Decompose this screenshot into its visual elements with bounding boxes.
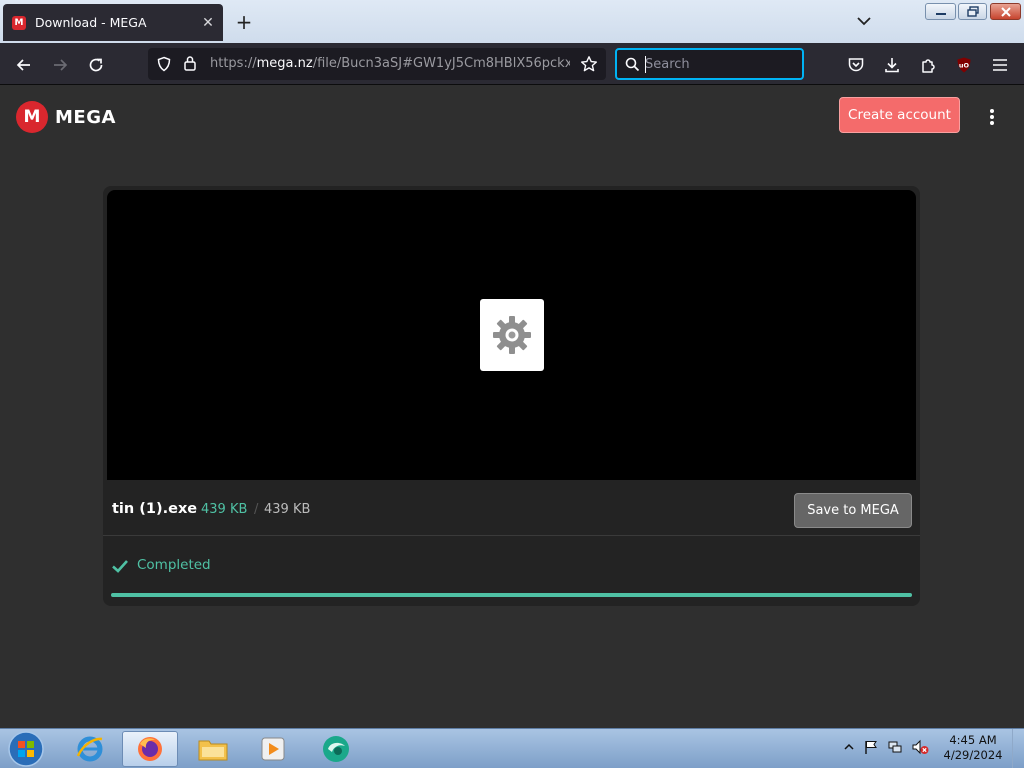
- mega-favicon-icon: M: [12, 15, 26, 30]
- app-menu-button[interactable]: [987, 52, 1013, 78]
- volume-muted-icon[interactable]: [911, 739, 929, 755]
- clock-date: 4/29/2024: [943, 748, 1003, 762]
- reload-icon: [89, 58, 103, 72]
- mega-logo-text: MEGA: [55, 106, 116, 128]
- ublock-origin-button[interactable]: uO: [951, 52, 977, 78]
- download-progress-bar: [111, 593, 912, 597]
- hamburger-menu-icon: [993, 59, 1007, 71]
- pocket-icon: [848, 58, 864, 72]
- url-text: https://mega.nz/file/Bucn3aSJ#GW1yJ5Cm8H…: [210, 56, 570, 71]
- tab-close-icon[interactable]: ✕: [197, 15, 219, 31]
- download-card: tin (1).exe 439 KB / 439 KB Save to MEGA…: [103, 186, 920, 606]
- forward-arrow-icon: [54, 59, 68, 71]
- downloads-button[interactable]: [879, 52, 905, 78]
- action-center-flag-icon[interactable]: [863, 739, 879, 755]
- taskbar-app[interactable]: [308, 731, 364, 767]
- vertical-dots-icon: [990, 109, 994, 125]
- search-input[interactable]: Search: [615, 48, 804, 80]
- taskbar-internet-explorer[interactable]: [62, 731, 118, 767]
- windows-taskbar: 4:45 AM 4/29/2024: [0, 728, 1024, 768]
- close-icon: [1000, 6, 1011, 17]
- shield-icon: [157, 56, 171, 72]
- mega-logo-icon: M: [16, 101, 48, 133]
- extensions-button[interactable]: [915, 52, 941, 78]
- download-icon: [885, 58, 899, 73]
- search-icon: [625, 57, 640, 72]
- download-progress-fill: [111, 593, 912, 597]
- window-restore-button[interactable]: [958, 3, 987, 20]
- internet-explorer-icon: [76, 736, 103, 762]
- back-arrow-icon: [16, 59, 30, 71]
- clock-time: 4:45 AM: [949, 733, 997, 747]
- list-all-tabs-button[interactable]: [852, 11, 876, 31]
- mega-download-page: M MEGA Create account tin (1).exe 439 KB…: [0, 86, 1024, 728]
- taskbar-file-explorer[interactable]: [185, 731, 241, 767]
- restore-icon: [966, 6, 979, 17]
- svg-text:uO: uO: [959, 62, 970, 70]
- total-size: 439 KB: [264, 502, 311, 517]
- ublock-shield-icon: uO: [957, 57, 971, 73]
- pocket-button[interactable]: [843, 52, 869, 78]
- green-app-icon: [323, 736, 349, 762]
- show-desktop-button[interactable]: [1012, 729, 1024, 768]
- forward-button[interactable]: [47, 52, 73, 78]
- lock-icon: [184, 56, 196, 71]
- file-info-row: tin (1).exe 439 KB / 439 KB Save to MEGA: [103, 484, 920, 536]
- text-caret: [645, 56, 646, 73]
- downloaded-size: 439 KB: [201, 502, 248, 517]
- firefox-icon: [138, 737, 162, 761]
- taskbar-media-player[interactable]: [245, 731, 301, 767]
- address-bar[interactable]: https://mega.nz/file/Bucn3aSJ#GW1yJ5Cm8H…: [148, 48, 606, 80]
- window-close-button[interactable]: [990, 3, 1021, 20]
- windows-orb-icon: [8, 731, 44, 767]
- file-type-icon-tile: [480, 299, 544, 371]
- checkmark-icon: [112, 560, 128, 573]
- browser-tab[interactable]: M Download - MEGA ✕: [3, 4, 223, 41]
- minimize-icon: [935, 12, 946, 15]
- browser-tab-strip: M Download - MEGA ✕ +: [0, 0, 1024, 43]
- create-account-button[interactable]: Create account: [839, 97, 960, 133]
- browser-navigation-bar: https://mega.nz/file/Bucn3aSJ#GW1yJ5Cm8H…: [0, 43, 1024, 85]
- show-hidden-icons-icon[interactable]: [843, 741, 855, 753]
- taskbar-clock[interactable]: 4:45 AM 4/29/2024: [940, 733, 1006, 763]
- folder-icon: [198, 740, 228, 761]
- download-status-row: Completed: [103, 537, 920, 597]
- tab-title: Download - MEGA: [35, 15, 147, 30]
- search-placeholder: Search: [645, 57, 690, 72]
- chevron-down-icon: [857, 17, 871, 26]
- size-separator: /: [254, 502, 259, 517]
- reload-button[interactable]: [83, 52, 109, 78]
- window-minimize-button[interactable]: [925, 3, 956, 20]
- taskbar-firefox[interactable]: [122, 731, 178, 767]
- network-icon[interactable]: [887, 739, 903, 755]
- save-to-mega-button[interactable]: Save to MEGA: [794, 493, 912, 528]
- file-name: tin (1).exe: [112, 501, 198, 517]
- more-options-button[interactable]: [982, 107, 1002, 127]
- download-status-text: Completed: [137, 557, 211, 573]
- puzzle-icon: [922, 59, 935, 73]
- back-button[interactable]: [11, 52, 37, 78]
- bookmark-star-icon[interactable]: [580, 55, 598, 73]
- gear-icon: [493, 316, 531, 354]
- system-tray: [843, 739, 929, 755]
- mega-logo[interactable]: M MEGA: [16, 101, 116, 133]
- new-tab-button[interactable]: +: [232, 10, 256, 34]
- file-preview-area: [107, 190, 916, 480]
- media-player-icon: [261, 737, 285, 761]
- start-button[interactable]: [6, 730, 46, 768]
